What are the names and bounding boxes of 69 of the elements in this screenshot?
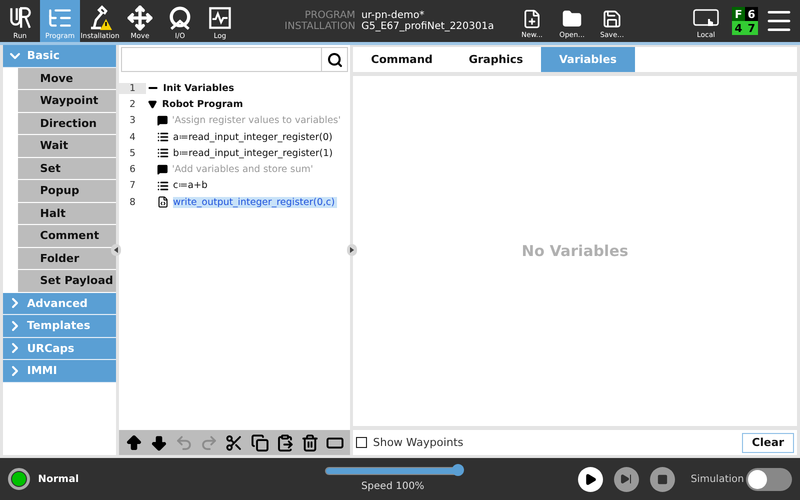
step-button[interactable]: [614, 466, 639, 492]
save-icon: [602, 9, 622, 29]
status-cell: 6: [745, 7, 758, 21]
command-item[interactable]: Move: [18, 68, 116, 90]
program-node[interactable]: b≔read_input_integer_register(1): [173, 148, 335, 159]
line-number: 6: [128, 164, 137, 176]
status-cell: F: [732, 7, 745, 21]
log-chart-icon: [207, 5, 233, 31]
line-number: 4: [128, 132, 137, 143]
program-node[interactable]: write_output_integer_register(0,c): [173, 196, 337, 208]
command-item[interactable]: Set Payload: [18, 270, 116, 292]
status-cell: 7: [745, 21, 758, 35]
line-number: 7: [128, 180, 137, 192]
status-lamp: [8, 468, 30, 490]
step-icon: [620, 473, 632, 485]
clear-button[interactable]: Clear: [742, 432, 794, 452]
play-button[interactable]: [578, 466, 603, 492]
checkbox[interactable]: [356, 437, 367, 448]
checkbox-label: Show Waypoints: [373, 436, 464, 449]
line-number: 8: [128, 196, 137, 208]
command-item[interactable]: Set: [18, 158, 116, 180]
status-cell: 4: [732, 21, 745, 35]
command-item[interactable]: Halt: [18, 202, 116, 225]
program-node[interactable]: c≔a+b: [173, 180, 210, 192]
installation-label: INSTALLATION: [284, 21, 356, 32]
program-label: PROGRAM: [304, 10, 356, 21]
installation-name: G5_E67_profiNet_220301a: [361, 21, 494, 32]
command-item[interactable]: Waypoint: [18, 90, 116, 112]
command-item[interactable]: Comment: [18, 225, 116, 248]
stop-button[interactable]: [650, 466, 675, 492]
program-node[interactable]: Robot Program: [162, 98, 245, 110]
new-file-icon: [522, 9, 542, 29]
line-number: 5: [128, 148, 137, 159]
assignment-icon: [157, 180, 169, 192]
assignment-icon: [157, 131, 169, 144]
stop-icon: [656, 474, 668, 484]
move-arrows-icon: [127, 5, 153, 31]
empty-message: No Variables: [522, 242, 628, 260]
line-number: 1: [119, 82, 146, 94]
command-item[interactable]: Direction: [18, 112, 116, 135]
command-item[interactable]: Folder: [18, 248, 116, 270]
command-item[interactable]: Popup: [18, 180, 116, 202]
play-icon: [584, 472, 597, 486]
simulation-switch[interactable]: [746, 468, 792, 490]
move-up-icon[interactable]: [124, 434, 143, 452]
line-number: 2: [128, 98, 137, 110]
io-icon: [167, 5, 193, 31]
command-item[interactable]: Wait: [18, 135, 116, 158]
simulation-label: Simulation: [690, 474, 744, 484]
speed-label: Speed 100%: [361, 480, 424, 492]
search-field[interactable]: [121, 47, 348, 72]
copy-icon[interactable]: [250, 434, 269, 452]
folder-icon: [562, 9, 582, 29]
comment-icon: [157, 115, 168, 126]
program-name: ur-pn-demo*: [361, 10, 424, 21]
delete-icon[interactable]: [301, 434, 320, 452]
expand-triangle-icon[interactable]: [148, 100, 157, 109]
cut-icon[interactable]: [225, 434, 244, 452]
search-icon[interactable]: [326, 52, 342, 68]
move-down-icon[interactable]: [150, 434, 168, 452]
script-icon: [157, 196, 169, 208]
status-text: Normal: [38, 474, 79, 484]
paste-icon[interactable]: [276, 434, 294, 452]
tablet-hand-icon: [692, 7, 720, 29]
line-number: 3: [128, 115, 137, 126]
assignment-icon: [157, 147, 169, 160]
program-node[interactable]: a≔read_input_integer_register(0): [173, 132, 335, 143]
program-node[interactable]: Init Variables: [163, 82, 236, 94]
comment-icon: [157, 164, 168, 176]
